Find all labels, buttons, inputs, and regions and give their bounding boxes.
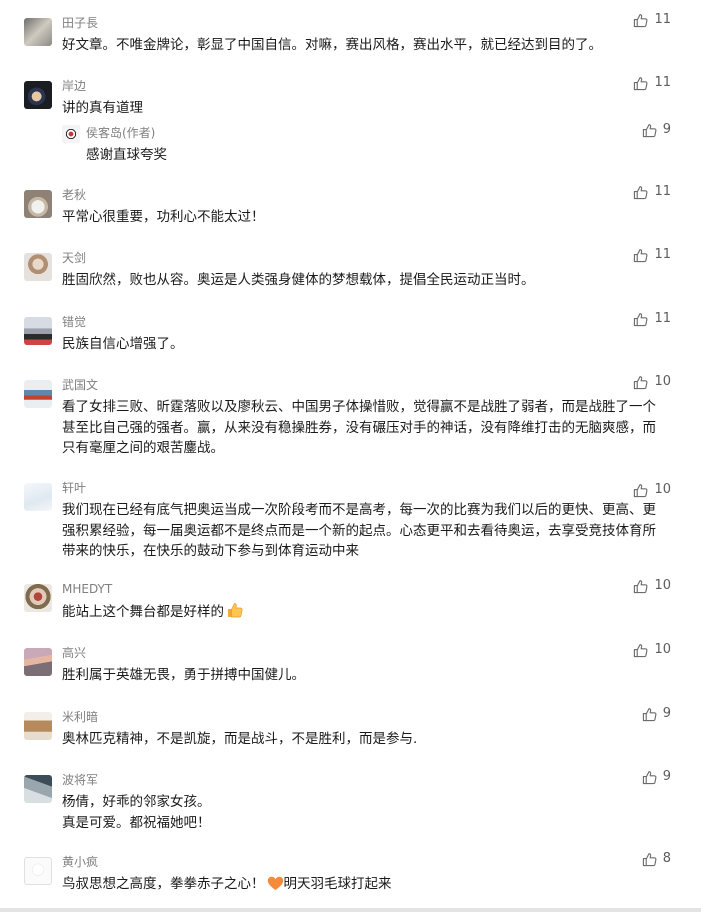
comment-text: 民族自信心增强了。 — [62, 336, 184, 352]
like-button[interactable]: 9 — [642, 705, 671, 723]
like-count: 11 — [654, 184, 671, 199]
comment-text: 看了女排三败、昕霆落败以及廖秋云、中国男子体操惜败，觉得赢不是战胜了弱者，而是战… — [62, 399, 656, 456]
like-button[interactable]: 10 — [633, 641, 671, 659]
thumbs-up-outline-icon — [634, 643, 648, 657]
like-count: 10 — [654, 642, 671, 657]
avatar[interactable] — [24, 775, 52, 803]
like-count: 11 — [654, 75, 671, 90]
comment-nickname[interactable]: 老秋 — [62, 187, 86, 203]
like-button[interactable]: 8 — [642, 850, 671, 868]
like-button[interactable]: 11 — [633, 246, 671, 264]
thumbs-up-outline-icon — [642, 123, 657, 137]
like-button[interactable]: 11 — [633, 183, 671, 201]
comment-text: 胜固欣然，败也从容。奥运是人类强身健体的梦想载体，提倡全民运动正当时。 — [62, 272, 535, 288]
comment-nickname[interactable]: 波将军 — [62, 772, 98, 788]
thumbs-up-emoji — [226, 601, 244, 626]
like-button[interactable]: 9 — [642, 768, 671, 786]
comment-text: 鸟叔思想之高度，拳拳赤子之心！ 明天羽毛球打起来 — [62, 874, 668, 898]
comment-nickname[interactable]: MHEDYT — [62, 581, 112, 597]
avatar[interactable] — [24, 190, 52, 218]
comment-nickname[interactable]: 田子長 — [62, 15, 98, 31]
like-count: 11 — [654, 12, 671, 27]
comment-nickname[interactable]: 天剑 — [62, 250, 86, 266]
reply-nickname[interactable]: 侯客岛(作者) — [86, 125, 155, 141]
comment-text: 胜利属于英雄无畏，勇于拼搏中国健儿。 — [62, 667, 305, 683]
thumbs-up-outline-icon — [634, 248, 648, 262]
like-count: 10 — [654, 482, 671, 497]
comment-text-line: 真是可爱。都祝福她吧！ — [62, 814, 211, 831]
thumbs-up-outline-icon — [642, 770, 657, 784]
avatar[interactable] — [24, 253, 52, 281]
thumbs-up-outline-icon — [642, 707, 657, 721]
comment-text-body: 鸟叔思想之高度，拳拳赤子之心！ — [62, 876, 265, 892]
like-button[interactable]: 11 — [633, 11, 671, 29]
like-button[interactable]: 10 — [633, 373, 671, 391]
like-count: 10 — [654, 578, 671, 593]
thumbs-up-outline-icon — [634, 185, 648, 199]
comment-text: 奥林匹克精神，不是凯旋，而是战斗，不是胜利，而是参与. — [62, 731, 418, 747]
like-count: 9 — [662, 769, 671, 784]
like-count: 9 — [662, 122, 671, 137]
comment-nickname[interactable]: 岸边 — [62, 78, 86, 94]
comment-text: 能站上这个舞台都是好样的 — [62, 601, 668, 626]
like-count: 10 — [654, 374, 671, 389]
comment-text: 我们现在已经有底气把奥运当成一次阶段考而不是高考，每一次的比赛为我们以后的更快、… — [62, 502, 656, 559]
thumbs-up-outline-icon — [634, 76, 648, 90]
orange-heart-emoji — [267, 876, 284, 898]
like-button[interactable]: 11 — [633, 310, 671, 328]
bottom-divider — [0, 908, 701, 912]
like-button[interactable]: 11 — [633, 74, 671, 92]
comment-text: 杨倩，好乖的邻家女孩。 真是可爱。都祝福她吧！ — [62, 792, 668, 833]
avatar[interactable] — [24, 712, 52, 740]
thumbs-up-outline-icon — [634, 483, 648, 497]
avatar[interactable] — [24, 648, 52, 676]
comment-text: 平常心很重要，功利心不能太过！ — [62, 209, 265, 225]
like-button[interactable]: 10 — [633, 481, 671, 499]
comment-list: 田子長 11 好文章。不唯金牌论，彰显了中国自信。对嘛，赛出风格，赛出水平，就已… — [0, 0, 701, 908]
like-button[interactable]: 9 — [642, 121, 671, 139]
like-count: 11 — [654, 247, 671, 262]
comment-text-line: 杨倩，好乖的邻家女孩。 — [62, 794, 211, 810]
comment-nickname[interactable]: 错觉 — [62, 314, 86, 330]
comment-text-body: 明天羽毛球打起来 — [283, 876, 392, 892]
comment-nickname[interactable]: 米利暗 — [62, 709, 98, 725]
comment-text: 好文章。不唯金牌论，彰显了中国自信。对嘛，赛出风格，赛出水平，就已经达到目的了。 — [62, 37, 602, 53]
like-count: 8 — [662, 851, 671, 866]
thumbs-up-outline-icon — [634, 312, 648, 326]
avatar[interactable] — [24, 584, 52, 612]
comment-nickname[interactable]: 高兴 — [62, 645, 86, 661]
comment-text: 讲的真有道理 — [62, 100, 143, 116]
thumbs-up-outline-icon — [634, 579, 648, 593]
thumbs-up-outline-icon — [642, 852, 657, 866]
comment-text-body: 能站上这个舞台都是好样的 — [62, 604, 224, 620]
thumbs-up-outline-icon — [634, 375, 648, 389]
thumbs-up-outline-icon — [634, 13, 648, 27]
avatar[interactable] — [24, 857, 52, 885]
comment-nickname[interactable]: 武国文 — [62, 377, 98, 393]
avatar[interactable] — [24, 483, 52, 511]
comment-nickname[interactable]: 黄小疯 — [62, 854, 98, 870]
like-count: 11 — [654, 311, 671, 326]
reply-text: 感谢直球夸奖 — [86, 147, 167, 163]
avatar[interactable] — [24, 380, 52, 408]
like-button[interactable]: 10 — [633, 577, 671, 595]
avatar[interactable] — [24, 81, 52, 109]
comment-nickname[interactable]: 轩叶 — [62, 480, 86, 496]
like-count: 9 — [662, 706, 671, 721]
author-avatar[interactable] — [62, 125, 80, 143]
avatar[interactable] — [24, 18, 52, 46]
avatar[interactable] — [24, 317, 52, 345]
